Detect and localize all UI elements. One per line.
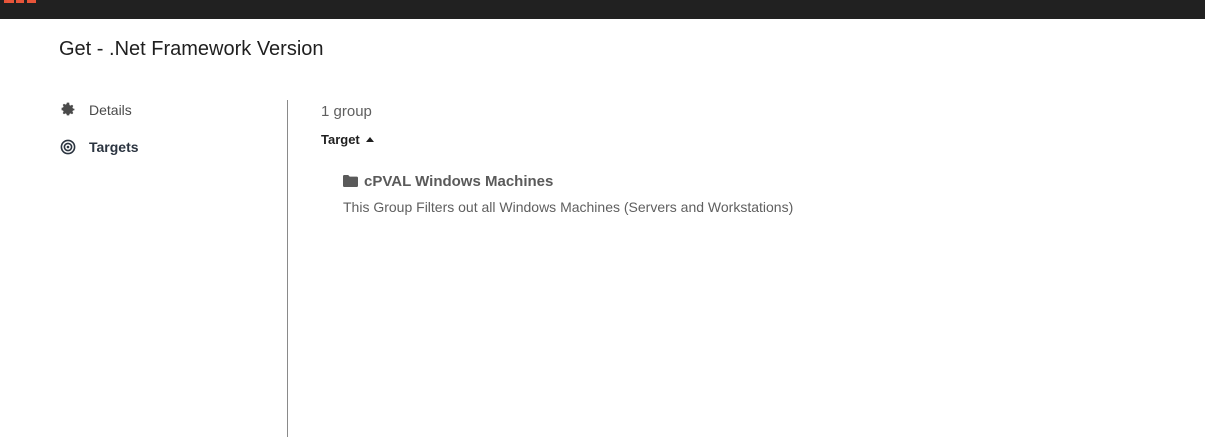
sidebar: Details Targets xyxy=(59,98,259,172)
sidebar-item-targets[interactable]: Targets xyxy=(59,135,259,159)
targets-panel: 1 group Target cPVAL Windows Machines Th… xyxy=(321,101,1161,215)
sidebar-item-label: Details xyxy=(89,102,132,118)
folder-icon xyxy=(343,175,358,187)
sort-ascending-icon xyxy=(365,137,374,142)
vertical-divider xyxy=(287,100,288,437)
sort-header-label: Target xyxy=(321,132,360,147)
brand-logo[interactable] xyxy=(0,0,40,3)
top-bar xyxy=(0,0,1205,19)
sidebar-item-label: Targets xyxy=(89,139,139,155)
page-title: Get - .Net Framework Version xyxy=(59,38,324,60)
gear-icon xyxy=(59,101,77,119)
list-item: cPVAL Windows Machines This Group Filter… xyxy=(343,171,1161,215)
sidebar-item-details[interactable]: Details xyxy=(59,98,259,122)
group-count: 1 group xyxy=(321,103,372,120)
target-column-sort-header[interactable]: Target xyxy=(321,132,374,147)
group-name-link[interactable]: cPVAL Windows Machines xyxy=(364,173,553,190)
group-description: This Group Filters out all Windows Machi… xyxy=(343,199,794,215)
target-icon xyxy=(59,138,77,156)
